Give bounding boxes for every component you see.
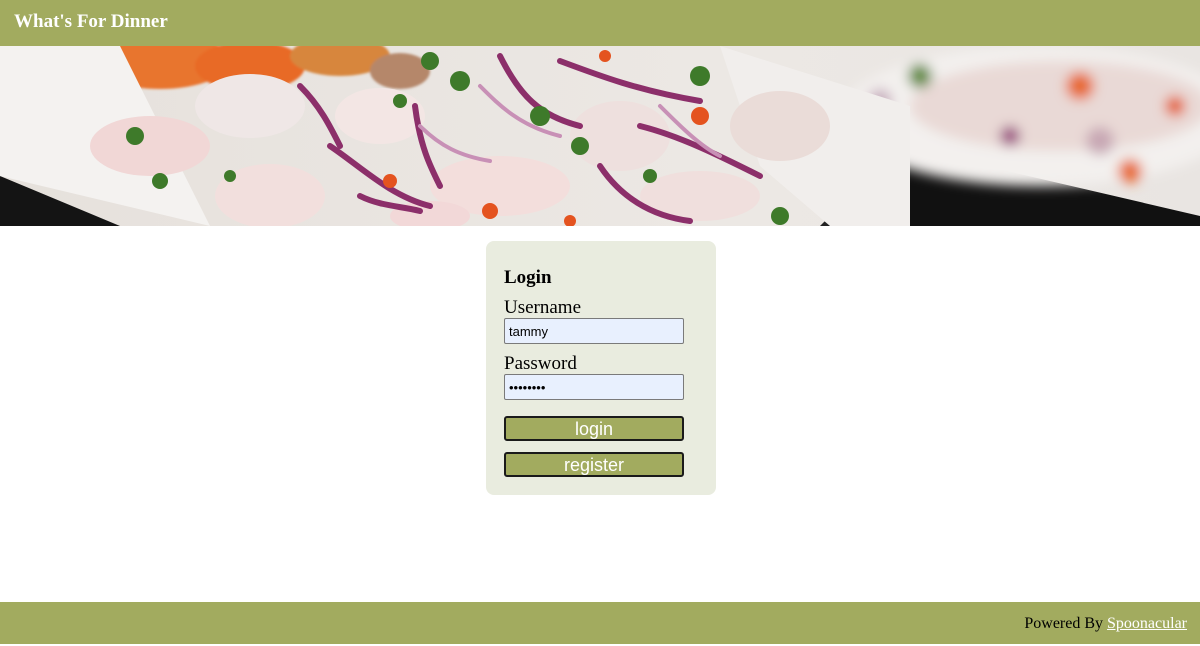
hero-banner [0,46,1200,226]
powered-by-text: Powered By [1024,615,1104,632]
app-title: What's For Dinner [14,11,168,32]
login-heading: Login [504,267,552,288]
register-button[interactable]: register [504,452,684,477]
username-label: Username [504,297,582,318]
password-label: Password [504,353,577,374]
username-input[interactable] [504,318,684,344]
login-button[interactable]: login [504,416,684,441]
password-input[interactable] [504,374,684,400]
app-header: What's For Dinner [0,0,1200,46]
app-footer: Powered By Spoonacular [0,602,1200,644]
login-card: Login Username Password login register [486,241,716,495]
footer-credit: Powered By Spoonacular [1024,614,1187,634]
ceviche-photo [0,46,1200,226]
spoonacular-link[interactable]: Spoonacular [1107,615,1187,632]
